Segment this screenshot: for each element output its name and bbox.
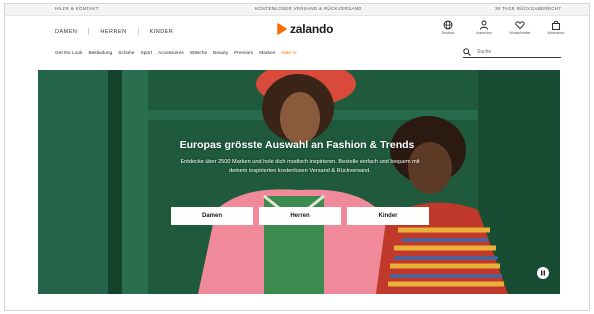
login-label: Anmelden	[476, 31, 492, 35]
globe-icon	[443, 20, 453, 30]
category-marken[interactable]: Marken	[259, 51, 275, 56]
gender-tab-damen[interactable]: DAMEN	[55, 29, 77, 35]
category-accessoires[interactable]: Accessoires	[158, 51, 184, 56]
category-get-the-look[interactable]: Get the Look	[55, 51, 82, 56]
login-button[interactable]: Anmelden	[466, 20, 502, 35]
language-label: Deutsch	[441, 31, 455, 35]
category-sale[interactable]: Sale %	[281, 51, 296, 56]
category-schuhe[interactable]: Schuhe	[118, 51, 134, 56]
gender-tab-herren[interactable]: HERREN	[100, 29, 126, 35]
hero-banner[interactable]	[38, 70, 560, 294]
zalando-logo[interactable]: zalando	[277, 22, 333, 36]
service-bar: Hilfe & Kontakt Kostenloser Versand & Rü…	[5, 4, 589, 16]
account-icons: Deutsch Anmelden Wunschzettel Warenkorb	[430, 20, 574, 35]
cta-damen-button[interactable]: Damen	[171, 207, 253, 225]
divider	[88, 28, 90, 35]
cart-label: Warenkorb	[547, 31, 565, 35]
free-shipping-note: Kostenloser Versand & Rückversand	[255, 6, 362, 11]
category-nav: Get the Look Bekleidung Schuhe Sport Acc…	[55, 51, 303, 56]
help-contact-link[interactable]: Hilfe & Kontakt	[55, 6, 99, 11]
search-field[interactable]: Suche	[463, 46, 561, 58]
search-icon	[463, 47, 471, 56]
gender-nav: DAMEN HERREN KINDER	[55, 28, 173, 35]
wishlist-button[interactable]: Wunschzettel	[502, 20, 538, 35]
wishlist-label: Wunschzettel	[509, 31, 531, 35]
zalando-play-icon	[277, 23, 287, 35]
category-waesche[interactable]: Wäsche	[190, 51, 207, 56]
divider	[137, 28, 139, 35]
search-placeholder: Suche	[477, 48, 492, 55]
gender-tab-kinder[interactable]: KINDER	[150, 29, 174, 35]
hero-image	[38, 70, 560, 294]
cart-button[interactable]: Warenkorb	[538, 20, 574, 35]
language-button[interactable]: Deutsch	[430, 20, 466, 35]
bag-icon	[552, 20, 560, 30]
pause-button[interactable]	[537, 267, 549, 279]
heart-icon	[515, 21, 525, 30]
cta-herren-button[interactable]: Herren	[259, 207, 341, 225]
hero-cta-row: Damen Herren Kinder	[171, 207, 435, 225]
hero-headline: Europas grösste Auswahl an Fashion & Tre…	[179, 139, 415, 151]
user-icon	[480, 20, 488, 30]
category-bekleidung[interactable]: Bekleidung	[88, 51, 112, 56]
pause-icon	[541, 270, 545, 276]
hero-subline: Entdecke über 2500 Marken und hole dich …	[180, 159, 420, 174]
cta-kinder-button[interactable]: Kinder	[347, 207, 429, 225]
logo-text: zalando	[290, 22, 334, 36]
category-sport[interactable]: Sport	[141, 51, 152, 56]
category-premium[interactable]: Premium	[234, 51, 253, 56]
category-beauty[interactable]: Beauty	[213, 51, 228, 56]
return-policy-note: 30 Tage Rückgaberecht	[495, 6, 562, 11]
